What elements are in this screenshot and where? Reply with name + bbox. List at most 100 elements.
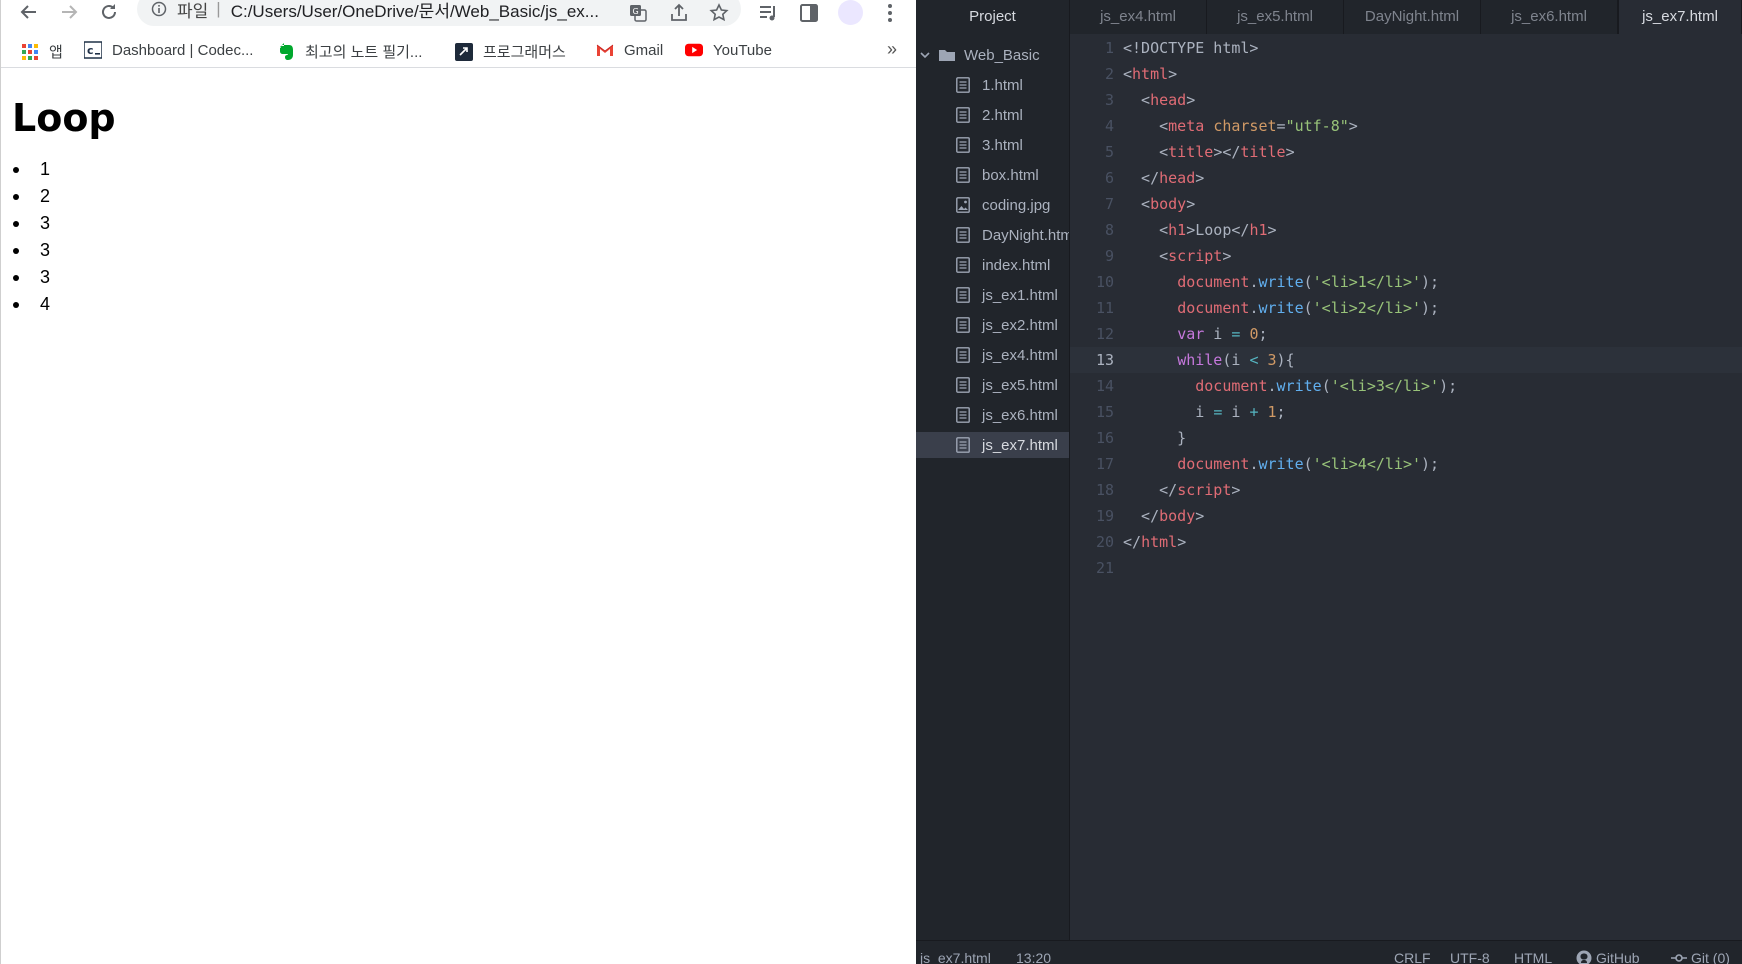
code-line[interactable]: 1 <!DOCTYPE html> bbox=[1070, 35, 1742, 61]
code-text: <meta charset="utf-8"> bbox=[1123, 113, 1358, 139]
bookmark-youtube[interactable]: YouTube bbox=[685, 41, 772, 59]
bookmark-codecademy[interactable]: c Dashboard | Codec... bbox=[84, 41, 253, 59]
status-cursor-position[interactable]: 13:20 bbox=[1016, 950, 1051, 964]
code-line[interactable]: 9 <script> bbox=[1070, 243, 1742, 269]
code-token: < bbox=[1123, 247, 1169, 265]
code-token: h1 bbox=[1168, 221, 1187, 239]
bookmark-gmail[interactable]: Gmail bbox=[596, 41, 663, 59]
list-item: 3 bbox=[12, 237, 116, 264]
status-encoding[interactable]: UTF-8 bbox=[1450, 950, 1490, 964]
code-token: . bbox=[1267, 377, 1277, 395]
code-text: i = i + 1; bbox=[1123, 399, 1285, 425]
back-button[interactable] bbox=[15, 0, 43, 24]
tree-file-label: 3.html bbox=[982, 136, 1023, 154]
list-item: 3 bbox=[12, 264, 116, 291]
browser-toolbar: 파일 | C:/Users/User/OneDrive/문서/Web_Basic… bbox=[1, 0, 917, 28]
code-token: < bbox=[1123, 221, 1169, 239]
address-bar[interactable]: 파일 | C:/Users/User/OneDrive/문서/Web_Basic… bbox=[137, 0, 741, 26]
code-line[interactable]: 8 <h1>Loop</h1> bbox=[1070, 217, 1742, 243]
status-github[interactable]: GitHub bbox=[1576, 950, 1640, 964]
status-line-ending[interactable]: CRLF bbox=[1394, 950, 1431, 964]
tree-file-item[interactable]: js_ex1.html bbox=[916, 282, 1069, 308]
status-file-name[interactable]: js_ex7.html bbox=[920, 950, 991, 964]
tree-file-label: 2.html bbox=[982, 106, 1023, 124]
bookmarks-overflow-button[interactable]: » bbox=[887, 39, 897, 60]
tree-file-item[interactable]: DayNight.html bbox=[916, 222, 1069, 248]
code-text: document.write('<li>3</li>'); bbox=[1123, 373, 1457, 399]
code-token: > bbox=[1267, 221, 1277, 239]
code-line[interactable]: 16 } bbox=[1070, 425, 1742, 451]
code-line[interactable]: 11 document.write('<li>2</li>'); bbox=[1070, 295, 1742, 321]
code-line[interactable]: 18 </script> bbox=[1070, 477, 1742, 503]
file-text-icon bbox=[956, 77, 970, 93]
code-line[interactable]: 14 document.write('<li>3</li>'); bbox=[1070, 373, 1742, 399]
tab-js-ex6[interactable]: js_ex6.html bbox=[1481, 0, 1618, 34]
tree-file-item[interactable]: 1.html bbox=[916, 72, 1069, 98]
tree-file-item[interactable]: index.html bbox=[916, 252, 1069, 278]
tab-daynight[interactable]: DayNight.html bbox=[1344, 0, 1481, 34]
forward-button[interactable] bbox=[55, 0, 83, 24]
line-number: 5 bbox=[1104, 143, 1114, 161]
tab-js-ex4[interactable]: js_ex4.html bbox=[1070, 0, 1207, 34]
status-git[interactable]: Git (0) bbox=[1671, 950, 1730, 964]
tree-file-item[interactable]: js_ex4.html bbox=[916, 342, 1069, 368]
code-line[interactable]: 21 bbox=[1070, 555, 1742, 581]
code-text: <script> bbox=[1123, 243, 1231, 269]
more-menu-icon[interactable] bbox=[879, 2, 901, 24]
file-text-icon bbox=[956, 257, 970, 273]
bookmark-evernote[interactable]: 최고의 노트 필기... bbox=[277, 41, 422, 62]
folder-icon bbox=[939, 50, 955, 61]
tree-file-item[interactable]: js_ex2.html bbox=[916, 312, 1069, 338]
code-line[interactable]: 13 while(i < 3){ bbox=[1070, 347, 1742, 373]
code-text: <body> bbox=[1123, 191, 1195, 217]
code-line[interactable]: 19 </body> bbox=[1070, 503, 1742, 529]
code-line[interactable]: 6 </head> bbox=[1070, 165, 1742, 191]
github-icon bbox=[1576, 950, 1592, 964]
arrow-left-icon bbox=[20, 5, 36, 19]
code-line[interactable]: 12 var i = 0; bbox=[1070, 321, 1742, 347]
bookmark-star-icon[interactable] bbox=[708, 2, 730, 24]
code-token: title bbox=[1240, 143, 1286, 161]
tree-file-item[interactable]: js_ex6.html bbox=[916, 402, 1069, 428]
tree-file-item[interactable]: 3.html bbox=[916, 132, 1069, 158]
status-github-label: GitHub bbox=[1596, 950, 1640, 964]
tree-file-item[interactable]: js_ex5.html bbox=[916, 372, 1069, 398]
code-area[interactable]: 1 <!DOCTYPE html> 2 <html> 3 <head> 4 <meta c… bbox=[1070, 34, 1742, 940]
tree-file-item[interactable]: coding.jpg bbox=[916, 192, 1069, 218]
bookmark-programmers[interactable]: 프로그래머스 bbox=[455, 41, 566, 62]
code-token: </ bbox=[1123, 533, 1142, 551]
code-line[interactable]: 2 <html> bbox=[1070, 61, 1742, 87]
tree-file-label: index.html bbox=[982, 256, 1051, 274]
tree-file-label: js_ex1.html bbox=[982, 286, 1058, 304]
code-line[interactable]: 17 document.write('<li>4</li>'); bbox=[1070, 451, 1742, 477]
tree-file-item[interactable]: 2.html bbox=[916, 102, 1069, 128]
chevron-down-icon bbox=[920, 52, 930, 59]
tab-js-ex7[interactable]: js_ex7.html bbox=[1618, 0, 1742, 34]
code-line[interactable]: 4 <meta charset="utf-8"> bbox=[1070, 113, 1742, 139]
media-queue-icon[interactable] bbox=[757, 2, 779, 24]
tab-project[interactable]: Project bbox=[916, 0, 1070, 34]
code-line[interactable]: 7 <body> bbox=[1070, 191, 1742, 217]
bookmark-apps[interactable]: 앱 bbox=[21, 41, 63, 62]
side-panel-icon[interactable] bbox=[798, 2, 820, 24]
code-token: > bbox=[1177, 533, 1187, 551]
code-line[interactable]: 3 <head> bbox=[1070, 87, 1742, 113]
tree-file-item[interactable]: js_ex7.html bbox=[916, 432, 1069, 458]
profile-avatar[interactable] bbox=[838, 0, 863, 25]
line-number: 3 bbox=[1104, 91, 1114, 109]
translate-icon[interactable]: G bbox=[627, 2, 649, 24]
line-number: 2 bbox=[1104, 65, 1114, 83]
reload-button[interactable] bbox=[95, 0, 123, 24]
status-grammar[interactable]: HTML bbox=[1514, 950, 1552, 964]
code-line[interactable]: 15 i = i + 1; bbox=[1070, 399, 1742, 425]
code-line[interactable]: 10 document.write('<li>1</li>'); bbox=[1070, 269, 1742, 295]
code-line[interactable]: 5 <title></title> bbox=[1070, 139, 1742, 165]
arrow-right-icon bbox=[62, 5, 78, 19]
code-line[interactable]: 20 </html> bbox=[1070, 529, 1742, 555]
share-icon[interactable] bbox=[668, 2, 690, 24]
tree-file-item[interactable]: box.html bbox=[916, 162, 1069, 188]
tree-folder-web-basic[interactable]: Web_Basic bbox=[916, 42, 1069, 68]
tab-js-ex5[interactable]: js_ex5.html bbox=[1207, 0, 1344, 34]
code-token: document bbox=[1177, 299, 1250, 317]
